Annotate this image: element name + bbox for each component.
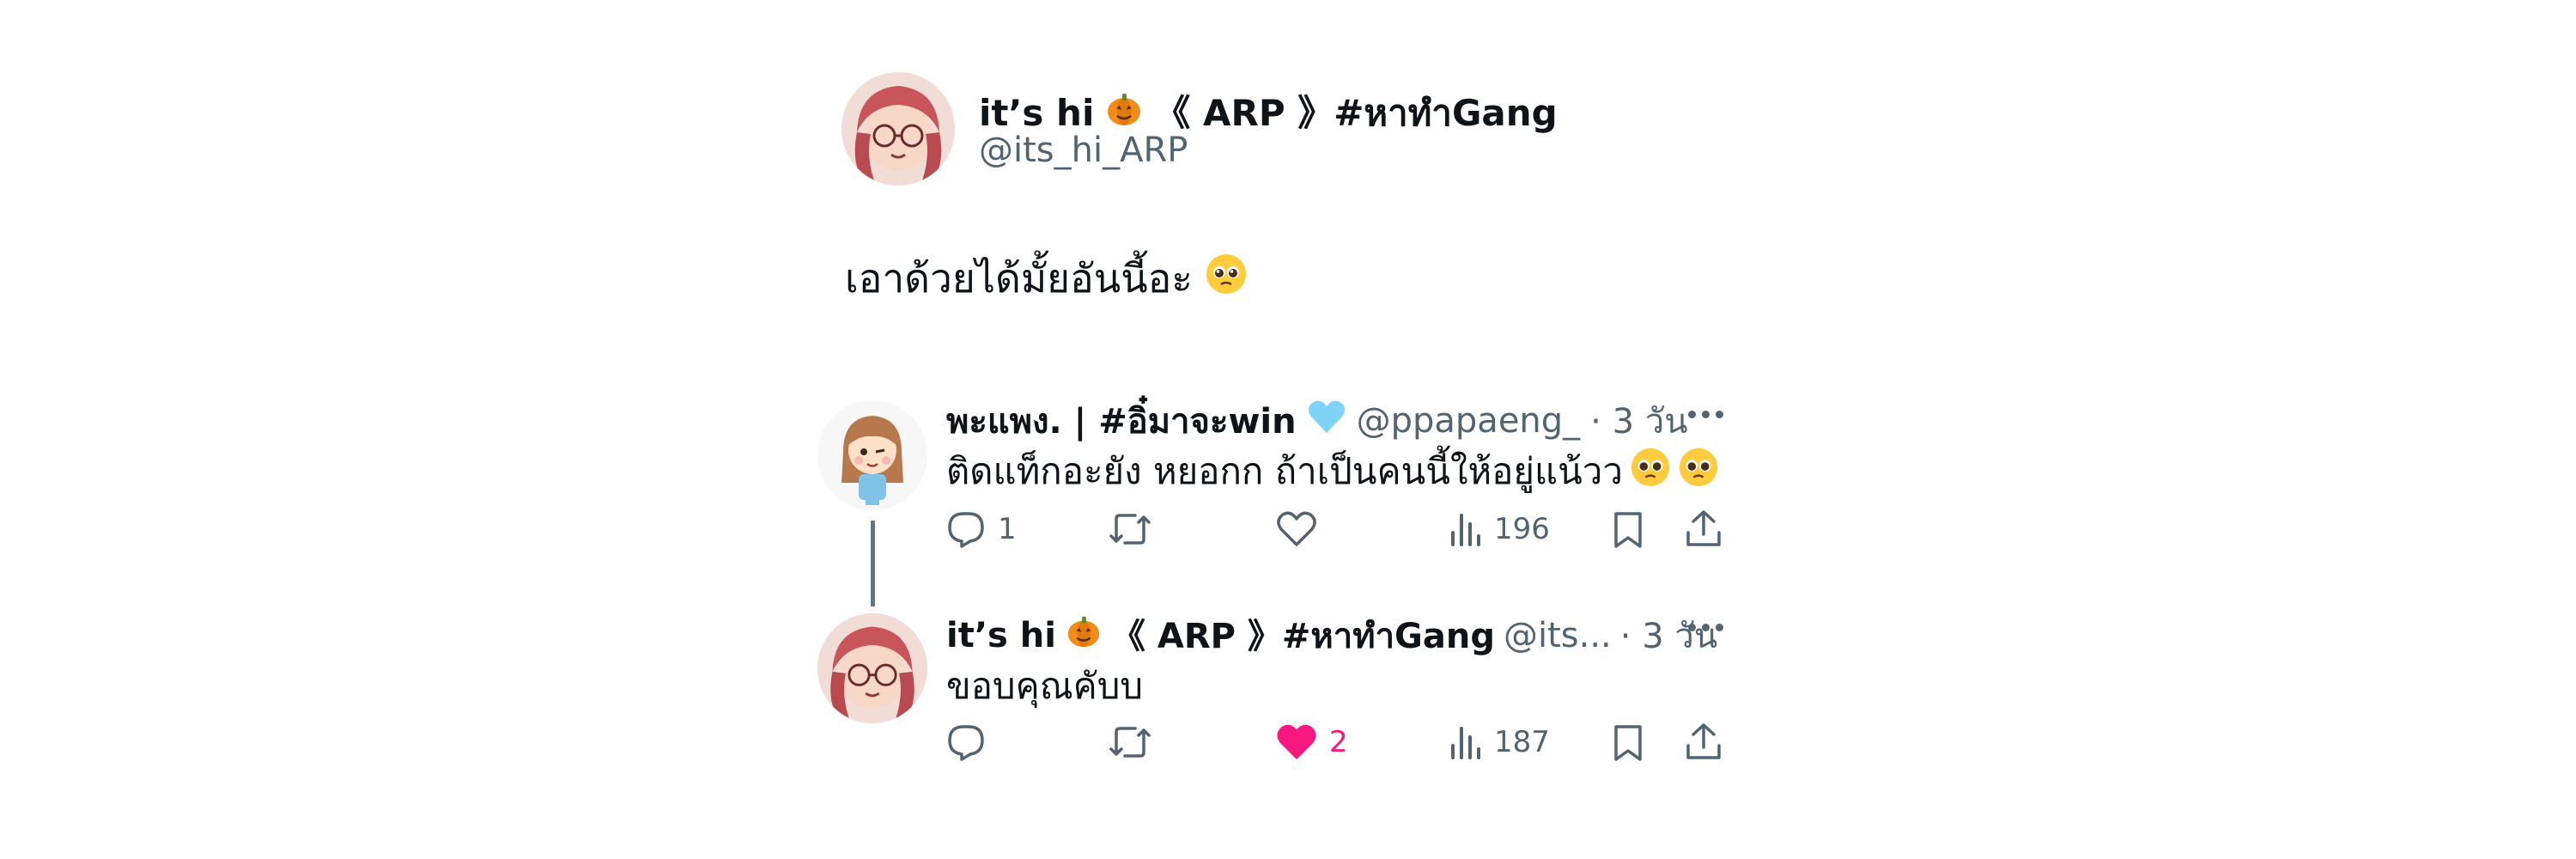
display-name-suffix[interactable]: 《 ARP 》#หาทำGang <box>1154 84 1557 142</box>
more-icon[interactable] <box>1688 411 1723 418</box>
thread-line <box>871 521 875 606</box>
bookmark-button[interactable] <box>1613 510 1643 550</box>
reply-handle[interactable]: @its... <box>1504 616 1612 655</box>
reply-header: it’s hi 《 ARP 》#หาทำGang @its... · 3 วัน <box>946 608 1717 663</box>
views-icon <box>1448 723 1482 761</box>
reply-icon <box>946 510 986 548</box>
pleading-face-icon <box>1630 447 1671 497</box>
reply-text: ติดแท็กอะยัง หยอกก ถ้าเป็นคนนี้ให้อยู่แน… <box>946 450 1623 492</box>
like-icon <box>1276 510 1317 548</box>
views-count: 187 <box>1494 725 1550 759</box>
retweet-button[interactable] <box>1108 723 1164 761</box>
like-icon <box>1276 723 1317 761</box>
tweet-text-row: เอาด้วยได้มั้ยอันนี้อะ <box>845 247 1248 310</box>
like-count: 2 <box>1329 725 1348 759</box>
display-name[interactable]: it’s hi <box>946 616 1056 655</box>
reply-time[interactable]: · 3 วัน <box>1590 393 1687 448</box>
like-button[interactable] <box>1276 510 1329 548</box>
display-name[interactable]: it’s hi <box>979 92 1094 134</box>
reply-button[interactable]: 1 <box>946 510 1017 548</box>
bookmark-button[interactable] <box>1613 723 1643 763</box>
views-icon <box>1448 510 1482 548</box>
reply-handle[interactable]: @ppapaeng_ <box>1357 401 1581 441</box>
share-icon <box>1685 509 1722 548</box>
more-icon[interactable] <box>1688 624 1723 631</box>
share-icon <box>1685 722 1722 761</box>
views-button[interactable]: 187 <box>1448 723 1550 761</box>
reply-header: พะแพง. | #อิ๋มาจะwin @ppapaeng_ · 3 วัน <box>946 393 1688 448</box>
pleading-face-icon <box>1678 447 1719 497</box>
reply-text-row: ติดแท็กอะยัง หยอกก ถ้าเป็นคนนี้ให้อยู่แน… <box>946 443 1719 500</box>
retweet-icon <box>1108 510 1152 548</box>
pleading-face-icon <box>1205 253 1248 305</box>
views-button[interactable]: 196 <box>1448 510 1550 548</box>
views-count: 196 <box>1494 512 1550 546</box>
retweet-icon <box>1108 723 1152 761</box>
reply-count: 1 <box>998 512 1017 546</box>
display-name-suffix[interactable]: 《 ARP 》#หาทำGang <box>1111 608 1495 663</box>
retweet-button[interactable] <box>1108 510 1164 548</box>
pumpkin-icon <box>1065 612 1103 659</box>
reply-text: ขอบคุณคับบ <box>946 665 1144 707</box>
bookmark-icon <box>1613 723 1643 763</box>
blue-heart-icon <box>1307 399 1346 443</box>
bookmark-icon <box>1613 510 1643 550</box>
reply-icon <box>946 723 986 761</box>
avatar[interactable] <box>841 72 955 186</box>
tweet-text: เอาด้วยได้มั้ยอันนี้อะ <box>845 255 1193 302</box>
reply-button[interactable] <box>946 723 998 761</box>
share-button[interactable] <box>1685 509 1722 548</box>
avatar[interactable] <box>817 400 927 510</box>
display-name[interactable]: พะแพง. | #อิ๋มาจะwin <box>946 393 1297 448</box>
author-handle[interactable]: @its_hi_ARP <box>979 131 1188 170</box>
reply-time[interactable]: · 3 วัน <box>1620 608 1717 663</box>
like-button[interactable]: 2 <box>1276 723 1348 761</box>
share-button[interactable] <box>1685 722 1722 761</box>
avatar[interactable] <box>817 613 927 723</box>
